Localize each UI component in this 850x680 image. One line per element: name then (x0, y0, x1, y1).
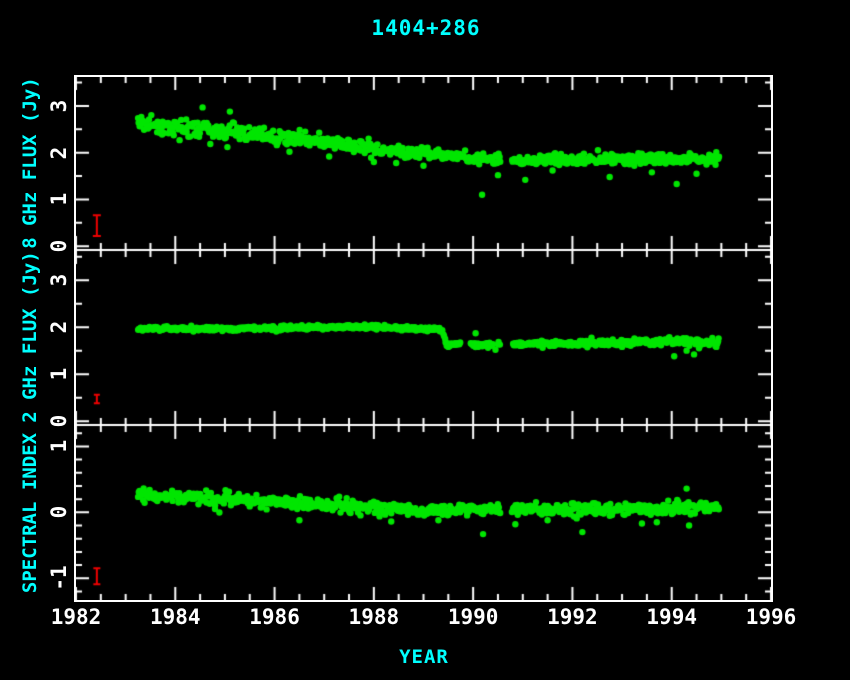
screen: 1404+286 8 GHz FLUX (Jy) 2 GHz FLUX (Jy)… (0, 0, 850, 680)
plot-frame (74, 75, 773, 602)
x-tick-label: 1992 (547, 605, 598, 629)
y-tick-label: 0 (47, 506, 71, 519)
y-axis-title-2ghz-flux: 2 GHz FLUX (Jy) (19, 251, 41, 423)
y-tick-label: 1 (47, 440, 71, 453)
y-tick-label: 0 (47, 415, 71, 428)
x-tick-label: 1986 (249, 605, 300, 629)
y-tick-label: 2 (47, 146, 71, 159)
y-tick-label: 1 (47, 193, 71, 206)
x-tick-label: 1996 (746, 605, 797, 629)
x-tick-label: 1988 (349, 605, 400, 629)
y-tick-label: 0 (47, 240, 71, 253)
chart-title: 1404+286 (371, 16, 480, 40)
plot-canvas (76, 77, 771, 600)
y-axis-title-spectral-index: SPECTRAL INDEX (19, 433, 41, 593)
y-axis-title-8ghz-flux: 8 GHz FLUX (Jy) (19, 77, 41, 249)
x-axis-title: YEAR (399, 646, 449, 668)
x-tick-label: 1990 (448, 605, 499, 629)
x-tick-label: 1982 (51, 605, 102, 629)
y-tick-label: 1 (47, 368, 71, 381)
x-tick-label: 1984 (150, 605, 201, 629)
y-tick-label: 3 (47, 100, 71, 113)
y-tick-label: 3 (47, 274, 71, 287)
x-tick-label: 1994 (646, 605, 697, 629)
y-tick-label: 2 (47, 321, 71, 334)
y-tick-label: -1 (47, 566, 71, 591)
